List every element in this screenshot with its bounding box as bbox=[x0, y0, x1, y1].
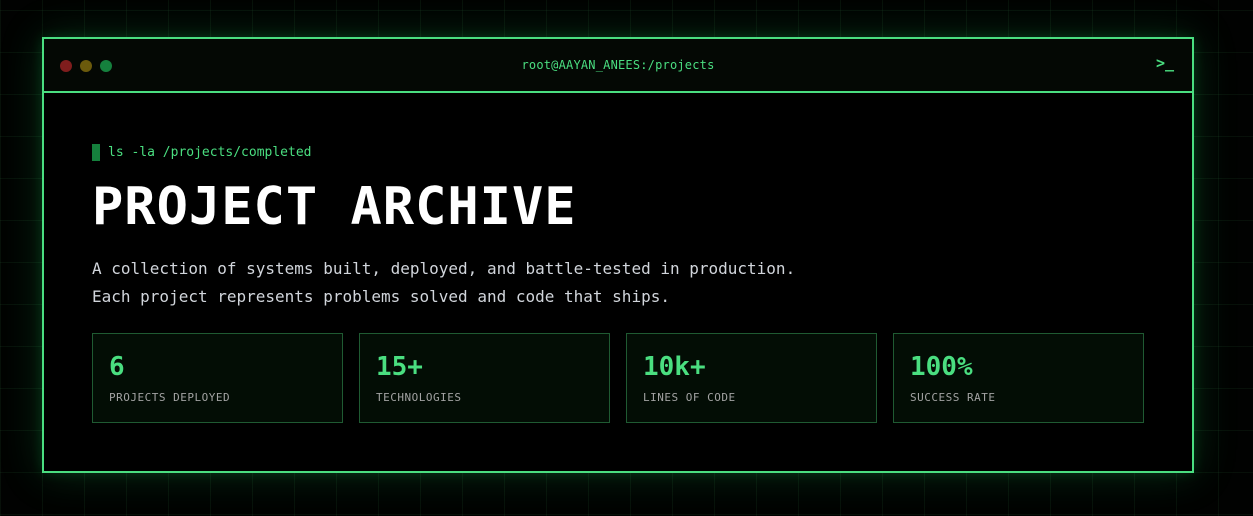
command-text: ls -la /projects/completed bbox=[108, 144, 312, 160]
hero-description: A collection of systems built, deployed,… bbox=[92, 255, 1144, 311]
stat-label: PROJECTS DEPLOYED bbox=[109, 391, 231, 404]
description-line-2: Each project represents problems solved … bbox=[92, 287, 670, 306]
stat-card-lines-of-code: 10k+ LINES OF CODE bbox=[626, 333, 877, 423]
stat-card-projects: 6 PROJECTS DEPLOYED bbox=[92, 333, 343, 423]
stat-value: 6 bbox=[109, 352, 125, 382]
description-line-1: A collection of systems built, deployed,… bbox=[92, 259, 796, 278]
cursor-block-icon bbox=[92, 143, 100, 161]
window-titlebar: root@AAYAN_ANEES:/projects >_ bbox=[44, 39, 1192, 93]
page-title: PROJECT ARCHIVE bbox=[92, 177, 577, 237]
terminal-window: root@AAYAN_ANEES:/projects >_ ls -la /pr… bbox=[42, 37, 1194, 473]
stat-label: TECHNOLOGIES bbox=[376, 391, 462, 404]
stat-value: 10k+ bbox=[643, 352, 706, 382]
terminal-prompt-icon: >_ bbox=[1155, 54, 1174, 72]
stat-value: 100% bbox=[910, 352, 973, 382]
stat-card-technologies: 15+ TECHNOLOGIES bbox=[359, 333, 610, 423]
stat-value: 15+ bbox=[376, 352, 423, 382]
stat-label: SUCCESS RATE bbox=[910, 391, 996, 404]
stats-row: 6 PROJECTS DEPLOYED 15+ TECHNOLOGIES 10k… bbox=[92, 333, 1144, 423]
stat-card-success-rate: 100% SUCCESS RATE bbox=[893, 333, 1144, 423]
stat-label: LINES OF CODE bbox=[643, 391, 736, 404]
command-line: ls -la /projects/completed bbox=[92, 143, 1144, 161]
window-title: root@AAYAN_ANEES:/projects bbox=[521, 58, 715, 72]
hero-section: ls -la /projects/completed PROJECT ARCHI… bbox=[92, 143, 1144, 423]
